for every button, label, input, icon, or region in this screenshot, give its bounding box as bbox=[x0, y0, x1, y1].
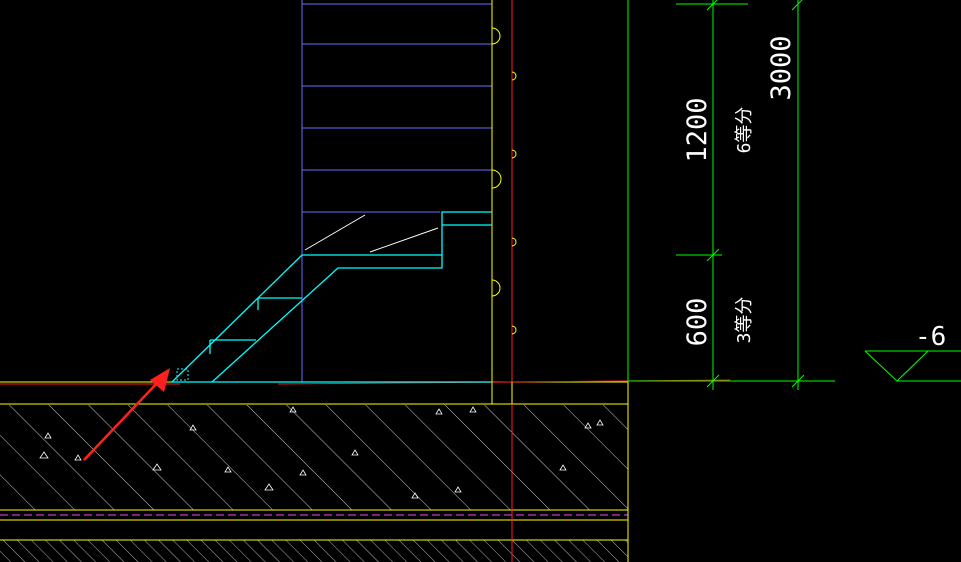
lower-stair bbox=[171, 211, 492, 383]
cad-drawing-canvas[interactable]: 1200 6等分 600 3等分 3000 -6 bbox=[0, 0, 961, 562]
dim-text-lower-length: 600 bbox=[682, 298, 713, 347]
elevation-marker: -6 bbox=[864, 322, 961, 382]
elevation-text: -6 bbox=[915, 322, 946, 352]
dim-text-upper-length: 1200 bbox=[682, 97, 713, 162]
dim-text-upper-division: 6等分 bbox=[734, 107, 755, 154]
dimension-lines bbox=[627, 0, 835, 390]
subbase-layer bbox=[0, 540, 628, 562]
cut-section-marks bbox=[304, 214, 439, 253]
concrete-slab bbox=[0, 405, 628, 510]
dim-text-total-length: 3000 bbox=[766, 35, 797, 100]
selection-marker[interactable] bbox=[176, 368, 189, 381]
dim-text-lower-division: 3等分 bbox=[734, 297, 755, 344]
upper-stair-steps bbox=[301, 0, 492, 382]
